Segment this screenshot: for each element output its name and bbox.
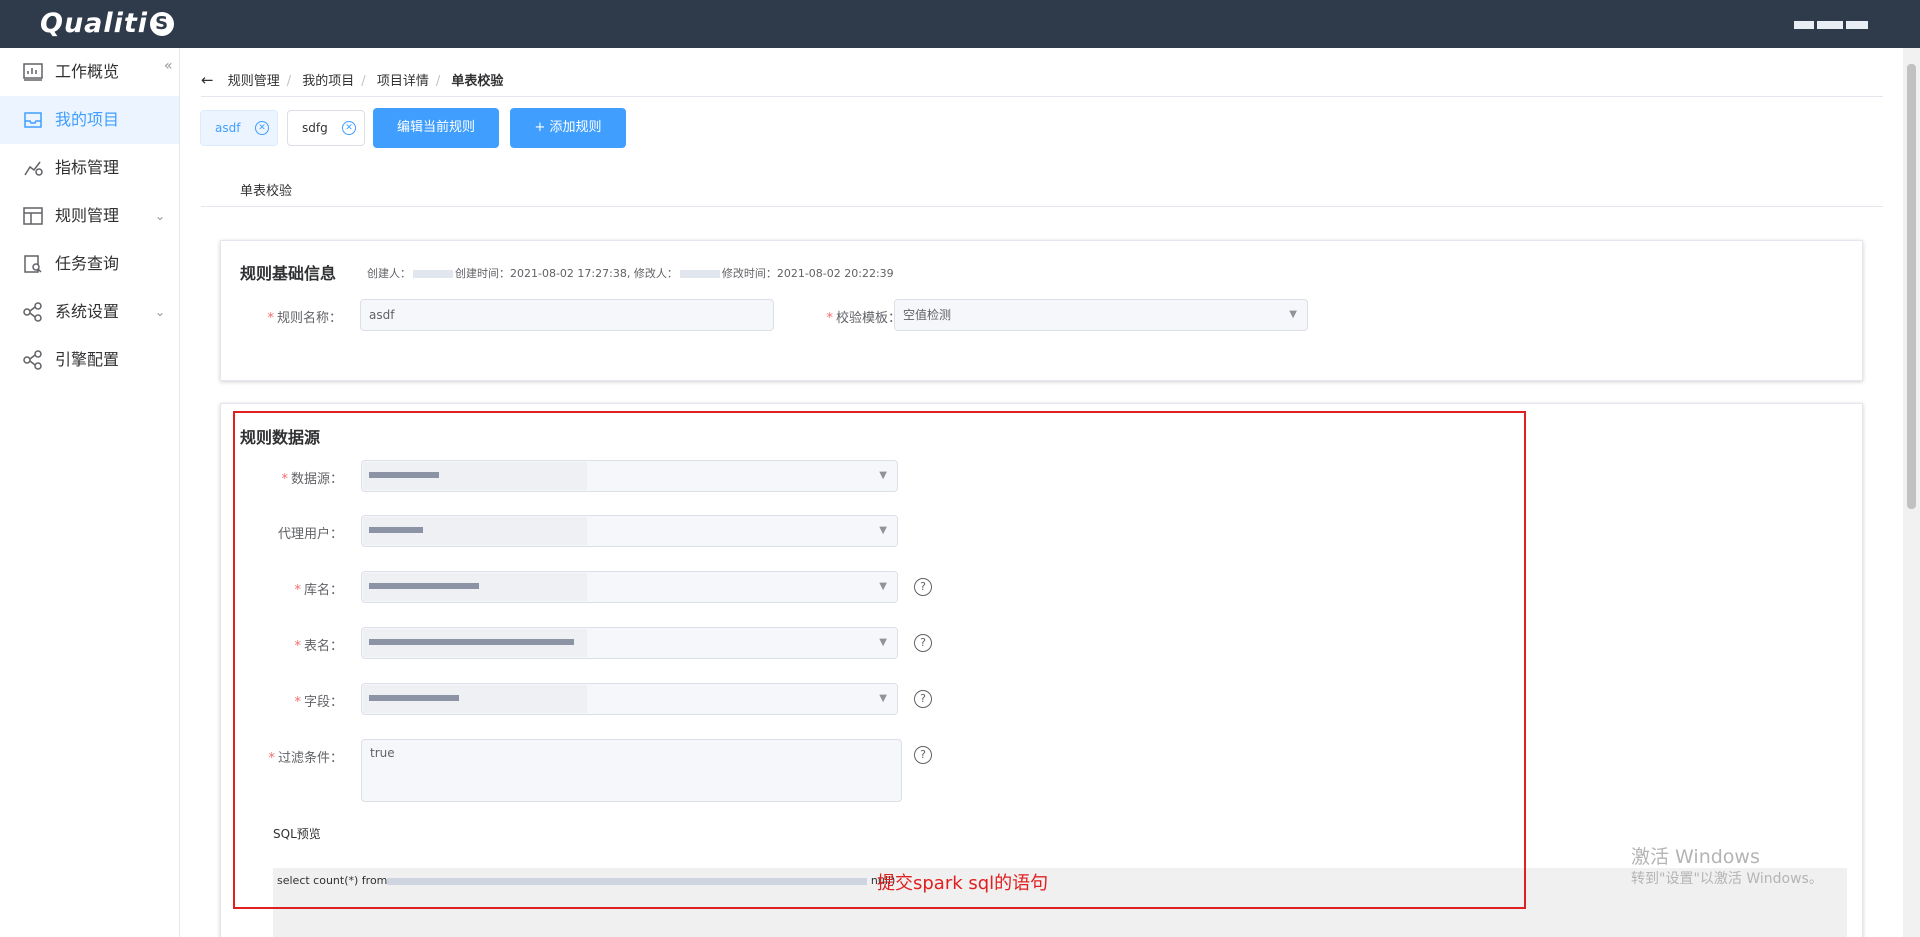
sidebar-item-engine-config[interactable]: 引擎配置 xyxy=(0,336,179,384)
chart-board-icon xyxy=(23,63,43,81)
annotation-text: 提交spark sql的语句 xyxy=(877,873,1049,894)
divider xyxy=(201,206,1883,207)
share-icon xyxy=(23,302,42,322)
breadcrumb-current: 单表校验 xyxy=(451,74,504,89)
rule-tag-sdfg[interactable]: sdfg ✕ xyxy=(287,110,365,146)
breadcrumb: ← 规则管理 / 我的项目 / 项目详情 / 单表校验 xyxy=(201,71,504,89)
edit-rule-button[interactable]: 编辑当前规则 xyxy=(373,108,499,148)
windows-watermark-hint: 转到"设置"以激活 Windows。 xyxy=(1631,871,1823,887)
metrics-icon xyxy=(24,161,43,176)
tab-single-table-check[interactable]: 单表校验 xyxy=(240,180,292,199)
sidebar-item-overview[interactable]: 工作概览 xyxy=(0,48,179,96)
chevron-down-icon: ⌄ xyxy=(154,305,165,319)
caret-down-icon: ▼ xyxy=(1289,309,1297,320)
sidebar-item-metrics[interactable]: 指标管理 xyxy=(0,144,179,192)
add-rule-button[interactable]: + 添加规则 xyxy=(510,108,626,148)
annotation-box xyxy=(233,411,1526,909)
breadcrumb-project-detail[interactable]: 项目详情 xyxy=(377,74,429,89)
windows-watermark-title: 激活 Windows xyxy=(1631,846,1760,868)
app-logo[interactable]: Qualiti S xyxy=(40,8,175,39)
divider xyxy=(201,96,1883,97)
close-icon[interactable]: ✕ xyxy=(342,121,356,135)
basic-info-title: 规则基础信息 xyxy=(240,264,337,283)
close-icon[interactable]: ✕ xyxy=(255,121,269,135)
breadcrumb-rule-management[interactable]: 规则管理 xyxy=(228,74,280,89)
sidebar: « 工作概览 我的项目 指标管理 规则管理 ⌄ 任务查询 系统设置 ⌄ 引擎配置 xyxy=(0,48,180,937)
rule-meta: 创建人： 创建时间：2021-08-02 17:27:38, 修改人： 修改时间：2… xyxy=(367,267,894,280)
top-bar: Qualiti S xyxy=(0,0,1920,48)
share-icon xyxy=(23,350,42,370)
page-scrollbar[interactable] xyxy=(1903,48,1920,937)
sidebar-item-rule-management[interactable]: 规则管理 ⌄ xyxy=(0,192,179,240)
scrollbar-thumb[interactable] xyxy=(1907,64,1916,509)
breadcrumb-my-projects[interactable]: 我的项目 xyxy=(302,74,354,89)
sidebar-item-system-settings[interactable]: 系统设置 ⌄ xyxy=(0,288,179,336)
rule-name-input[interactable]: asdf xyxy=(360,299,774,331)
search-doc-icon xyxy=(24,255,42,273)
sidebar-item-my-projects[interactable]: 我的项目 xyxy=(0,96,179,144)
template-label: * 校验模板： xyxy=(826,311,901,326)
basic-info-card: 规则基础信息 创建人： 创建时间：2021-08-02 17:27:38, 修改人… xyxy=(220,240,1863,381)
rule-tag-asdf[interactable]: asdf ✕ xyxy=(200,110,278,146)
chevron-down-icon: ⌄ xyxy=(154,209,165,223)
user-menu[interactable] xyxy=(1794,17,1878,31)
back-arrow-icon[interactable]: ← xyxy=(201,71,214,89)
layout-icon xyxy=(23,207,43,225)
template-select[interactable]: 空值检测 ▼ xyxy=(894,299,1308,331)
rule-name-label: * 规则名称： xyxy=(267,311,342,326)
inbox-icon xyxy=(24,112,42,128)
sidebar-item-task-query[interactable]: 任务查询 xyxy=(0,240,179,288)
